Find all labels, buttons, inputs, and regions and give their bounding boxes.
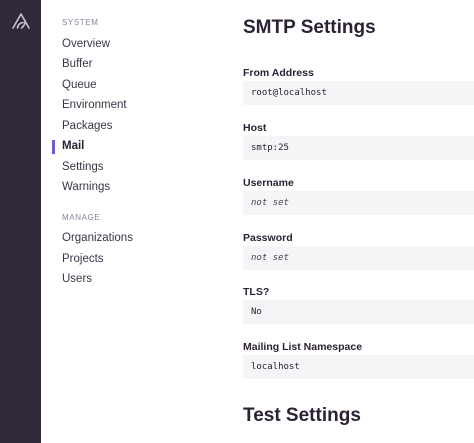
nav-item-projects[interactable]: Projects	[62, 253, 104, 265]
password-value: not set	[243, 246, 474, 270]
password-label: Password	[243, 232, 293, 244]
tls-value: No	[243, 300, 474, 324]
nav-item-overview[interactable]: Overview	[62, 38, 110, 50]
username-value: not set	[243, 191, 474, 215]
nav-heading-manage: MANAGE	[62, 213, 101, 222]
main-content: SMTP Settings From Address root@localhos…	[226, 0, 474, 443]
host-label: Host	[243, 122, 267, 134]
host-value: smtp:25	[243, 136, 474, 160]
username-label: Username	[243, 177, 294, 189]
nav-heading-system: SYSTEM	[62, 18, 99, 27]
nav-item-settings[interactable]: Settings	[62, 161, 104, 173]
sentry-logo-icon[interactable]	[11, 11, 31, 31]
nav-item-warnings[interactable]: Warnings	[62, 181, 110, 193]
smtp-settings-title: SMTP Settings	[243, 17, 376, 38]
nav-item-buffer[interactable]: Buffer	[62, 58, 92, 70]
admin-nav: SYSTEM Overview Buffer Queue Environment…	[41, 0, 226, 443]
nav-item-users[interactable]: Users	[62, 273, 92, 285]
nav-item-organizations[interactable]: Organizations	[62, 232, 133, 244]
nav-item-mail[interactable]: Mail	[62, 140, 84, 152]
from-address-value: root@localhost	[243, 81, 474, 105]
nav-item-environment[interactable]: Environment	[62, 99, 127, 111]
from-address-label: From Address	[243, 67, 314, 79]
nav-item-queue[interactable]: Queue	[62, 79, 97, 91]
sidebar-rail	[0, 0, 41, 443]
test-settings-title: Test Settings	[243, 405, 361, 426]
tls-label: TLS?	[243, 286, 270, 298]
mailing-list-namespace-value: localhost	[243, 355, 474, 379]
nav-item-packages[interactable]: Packages	[62, 120, 113, 132]
mailing-list-namespace-label: Mailing List Namespace	[243, 341, 363, 353]
nav-active-indicator	[52, 140, 55, 154]
app-window: SYSTEM Overview Buffer Queue Environment…	[0, 0, 474, 443]
